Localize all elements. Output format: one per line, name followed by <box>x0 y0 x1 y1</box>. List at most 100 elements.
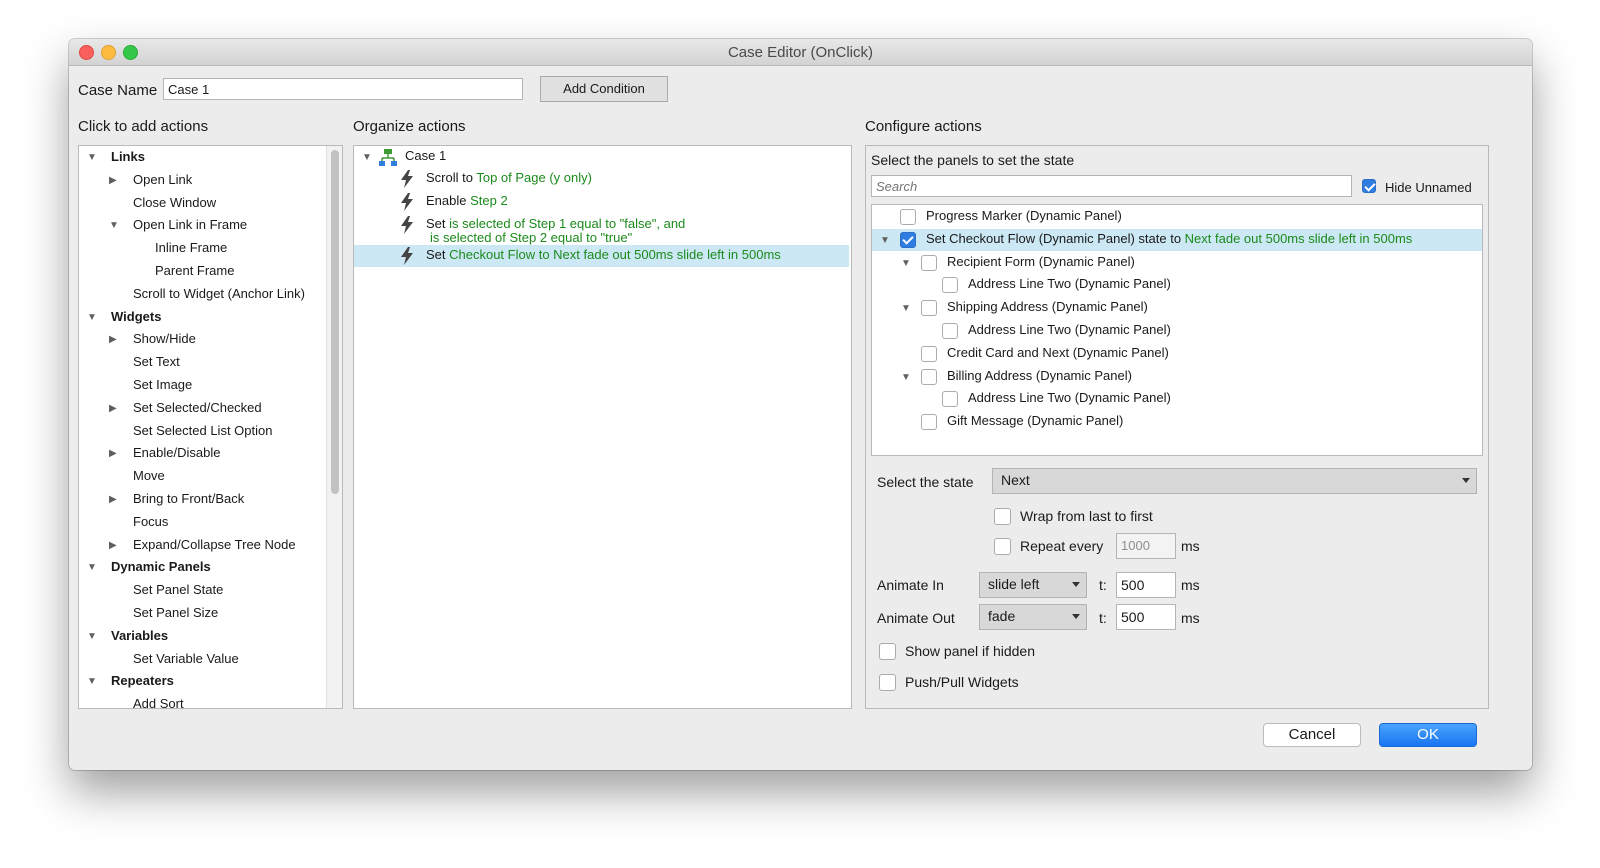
action-item-label: Links <box>111 149 145 164</box>
action-item-label: Set Variable Value <box>133 650 239 666</box>
panel-item[interactable]: Address Line Two (Dynamic Panel) <box>968 274 1171 294</box>
hide-unnamed-checkbox[interactable] <box>1362 179 1376 193</box>
panel-item[interactable]: Set Checkout Flow (Dynamic Panel) state … <box>926 229 1412 249</box>
action-item[interactable]: Set Variable Value <box>133 649 239 669</box>
animate-out-dropdown[interactable]: fade <box>979 604 1087 630</box>
lightning-bolt-icon <box>401 216 413 234</box>
panel-item[interactable]: Gift Message (Dynamic Panel) <box>947 411 1123 431</box>
action-row[interactable]: Set Checkout Flow to Next fade out 500ms… <box>426 245 781 265</box>
panel-item[interactable]: Billing Address (Dynamic Panel) <box>947 366 1132 386</box>
wrap-checkbox[interactable] <box>994 508 1011 525</box>
panel-checkbox[interactable] <box>942 323 958 339</box>
panel-item[interactable]: Progress Marker (Dynamic Panel) <box>926 206 1122 226</box>
action-item[interactable]: Focus <box>133 512 168 532</box>
actions-tree-scrollbar[interactable] <box>326 146 342 708</box>
panel-item-label: Progress Marker (Dynamic Panel) <box>926 208 1122 223</box>
animate-out-duration-input[interactable]: 500 <box>1116 604 1176 630</box>
collapse-triangle-icon[interactable]: ▼ <box>87 631 97 642</box>
case-name-label: Case Name <box>78 82 158 99</box>
collapse-triangle-icon[interactable]: ▼ <box>901 258 911 269</box>
action-category[interactable]: Widgets <box>111 307 161 327</box>
animate-out-ms-label: ms <box>1181 610 1200 626</box>
collapse-triangle-icon[interactable]: ▼ <box>87 562 97 573</box>
action-item[interactable]: Open Link in Frame <box>133 215 247 235</box>
action-category[interactable]: Repeaters <box>111 671 174 691</box>
chevron-down-icon <box>1462 478 1470 483</box>
case-node-label[interactable]: Case 1 <box>405 146 446 166</box>
show-panel-checkbox[interactable] <box>879 643 896 660</box>
actions-tree-scroll-thumb[interactable] <box>331 150 339 494</box>
action-row[interactable]: Enable Step 2 <box>426 191 508 211</box>
panel-checkbox[interactable] <box>942 277 958 294</box>
expand-triangle-icon[interactable]: ▶ <box>109 494 117 505</box>
configure-actions-panel: Select the panels to set the state Hide … <box>865 145 1489 709</box>
panel-item[interactable]: Recipient Form (Dynamic Panel) <box>947 252 1135 272</box>
action-item[interactable]: Move <box>133 466 165 486</box>
panel-item[interactable]: Credit Card and Next (Dynamic Panel) <box>947 343 1169 363</box>
panel-search-input[interactable] <box>871 175 1352 197</box>
panel-checkbox[interactable] <box>921 345 937 362</box>
collapse-triangle-icon[interactable]: ▼ <box>87 312 97 323</box>
panel-checkbox[interactable] <box>900 231 916 248</box>
expand-triangle-icon[interactable]: ▶ <box>109 403 117 414</box>
action-category[interactable]: Links <box>111 147 145 167</box>
expand-triangle-icon[interactable]: ▶ <box>109 175 117 186</box>
action-item[interactable]: Expand/Collapse Tree Node <box>133 535 296 555</box>
collapse-triangle-icon[interactable]: ▼ <box>87 676 97 687</box>
panel-checkbox[interactable] <box>921 368 937 385</box>
expand-triangle-icon[interactable]: ▶ <box>109 448 117 459</box>
collapse-triangle-icon[interactable]: ▼ <box>87 152 97 163</box>
action-detail: Step 2 <box>470 193 508 208</box>
repeat-checkbox[interactable] <box>994 538 1011 555</box>
action-item[interactable]: Inline Frame <box>155 238 227 258</box>
panel-checkbox[interactable] <box>921 254 937 271</box>
push-pull-checkbox[interactable] <box>879 674 896 691</box>
panel-item[interactable]: Shipping Address (Dynamic Panel) <box>947 297 1148 317</box>
select-state-label: Select the state <box>877 474 974 490</box>
panel-item[interactable]: Address Line Two (Dynamic Panel) <box>968 320 1171 340</box>
expand-triangle-icon[interactable]: ▶ <box>109 334 117 345</box>
action-category[interactable]: Variables <box>111 626 168 646</box>
action-item[interactable]: Show/Hide <box>133 329 196 349</box>
action-item[interactable]: Bring to Front/Back <box>133 489 244 509</box>
action-item[interactable]: Set Selected/Checked <box>133 398 262 418</box>
action-item[interactable]: Set Text <box>133 352 180 372</box>
action-item[interactable]: Set Selected List Option <box>133 421 272 441</box>
cancel-button[interactable]: Cancel <box>1263 723 1361 747</box>
action-item[interactable]: Set Image <box>133 375 192 395</box>
action-item[interactable]: Set Panel State <box>133 580 223 600</box>
action-item[interactable]: Parent Frame <box>155 261 234 281</box>
panel-checkbox[interactable] <box>921 414 937 431</box>
add-condition-button[interactable]: Add Condition <box>540 76 668 102</box>
hide-unnamed-label: Hide Unnamed <box>1385 180 1472 195</box>
action-category[interactable]: Dynamic Panels <box>111 557 211 577</box>
right-panel-header: Configure actions <box>865 118 982 135</box>
case-name-input[interactable]: Case 1 <box>163 78 523 100</box>
state-dropdown[interactable]: Next <box>992 468 1477 494</box>
panel-checkbox[interactable] <box>921 300 937 317</box>
collapse-triangle-icon[interactable]: ▼ <box>109 220 119 231</box>
title-bar[interactable]: Case Editor (OnClick) <box>69 39 1532 66</box>
collapse-triangle-icon[interactable]: ▼ <box>901 372 911 383</box>
collapse-triangle-icon[interactable]: ▼ <box>880 235 890 246</box>
action-row[interactable]: Scroll to Top of Page (y only) <box>426 168 592 188</box>
expand-triangle-icon[interactable]: ▶ <box>109 540 117 551</box>
case-expand-toggle[interactable]: ▼ <box>362 152 372 163</box>
panel-checkbox[interactable] <box>900 209 916 225</box>
collapse-triangle-icon[interactable]: ▼ <box>901 303 911 314</box>
ok-button[interactable]: OK <box>1379 723 1477 747</box>
action-item-label: Bring to Front/Back <box>133 491 245 506</box>
panel-item-label: Gift Message (Dynamic Panel) <box>947 413 1124 429</box>
panel-checkbox[interactable] <box>942 391 958 408</box>
action-item[interactable]: Open Link <box>133 170 192 190</box>
action-item[interactable]: Add Sort <box>133 694 184 708</box>
action-item-label: Move <box>133 468 165 484</box>
action-item[interactable]: Set Panel Size <box>133 603 218 623</box>
panel-item[interactable]: Address Line Two (Dynamic Panel) <box>968 388 1171 408</box>
animate-in-duration-input[interactable]: 500 <box>1116 572 1176 598</box>
action-item[interactable]: Close Window <box>133 193 216 213</box>
action-item[interactable]: Enable/Disable <box>133 443 220 463</box>
action-item[interactable]: Scroll to Widget (Anchor Link) <box>133 284 305 304</box>
repeat-interval-input[interactable]: 1000 <box>1116 533 1176 559</box>
animate-in-dropdown[interactable]: slide left <box>979 572 1087 598</box>
